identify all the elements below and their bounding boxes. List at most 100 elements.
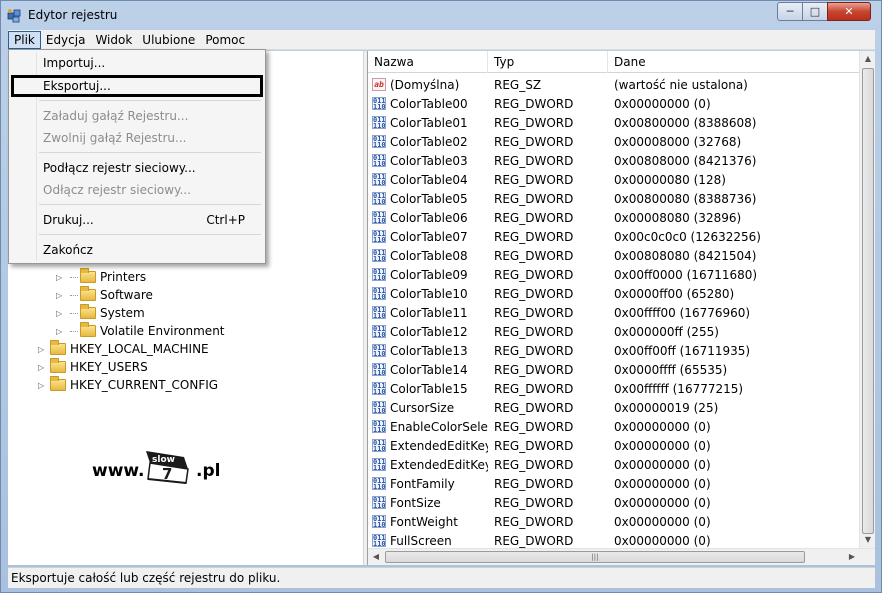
value-type-cell: REG_DWORD [494, 267, 574, 282]
value-type-cell: REG_DWORD [494, 286, 574, 301]
scroll-left-arrow-icon[interactable]: ◀ [368, 552, 384, 561]
list-row[interactable]: ab (Domyślna) REG_SZ (wartość nie ustalona) [368, 75, 860, 94]
value-data-cell: 0x0000ffff (65535) [614, 362, 728, 377]
expand-arrow-icon[interactable]: ▷ [56, 291, 66, 300]
horizontal-scroll-thumb[interactable]: ||| [385, 551, 805, 563]
list-row[interactable]: 011 110 FontSize REG_DWORD 0x00000000 (0) [368, 493, 860, 512]
list-row[interactable]: 011 110 ColorTable02 REG_DWORD 0x00008000 (3… [368, 132, 860, 151]
value-name-cell: 011 110 ColorTable08 [368, 249, 488, 263]
list-row[interactable]: 011 110 ColorTable14 REG_DWORD 0x0000ffff (6… [368, 360, 860, 379]
tree-item-system[interactable]: ▷ System [56, 304, 145, 322]
menu-item-exit[interactable]: Zakończ [11, 239, 263, 261]
scroll-right-arrow-icon[interactable]: ▶ [844, 552, 860, 561]
value-name-cell: 011 110 FontWeight [368, 515, 488, 529]
dword-value-icon: 011 110 [372, 382, 386, 395]
menu-item-print[interactable]: Drukuj... Ctrl+P [11, 209, 263, 231]
tree-item-software[interactable]: ▷ Software [56, 286, 153, 304]
dword-value-icon: 011 110 [372, 268, 386, 281]
list-row[interactable]: 011 110 ColorTable06 REG_DWORD 0x00008080 (3… [368, 208, 860, 227]
list-row[interactable]: 011 110 FontFamily REG_DWORD 0x00000000 (0) [368, 474, 860, 493]
list-row[interactable]: 011110 ExtendedEditKey... REG_DWORD 0x00000… [368, 455, 860, 474]
menu-view[interactable]: Widok [90, 31, 137, 49]
dword-value-icon: 011 110 [372, 116, 386, 129]
menu-item-connect-network-registry[interactable]: Podłącz rejestr sieciowy... [11, 157, 263, 179]
list-row[interactable]: 011 110 ExtendedEditKey REG_DWORD 0x00000000… [368, 436, 860, 455]
list-row[interactable]: 011110 EnableColorSele... REG_DWORD 0x00000… [368, 417, 860, 436]
dword-value-icon: 011 110 [372, 477, 386, 490]
vertical-scroll-thumb[interactable] [862, 68, 874, 534]
value-name-cell: 011 110 FullScreen [368, 534, 488, 548]
expand-arrow-icon[interactable]: ▷ [38, 381, 48, 390]
expand-arrow-icon[interactable]: ▷ [56, 273, 66, 282]
list-row[interactable]: 011 110 ColorTable12 REG_DWORD 0x000000ff (2… [368, 322, 860, 341]
menu-edit[interactable]: Edycja [41, 31, 91, 49]
value-type-cell: REG_DWORD [494, 305, 574, 320]
list-row[interactable]: 011 110 ColorTable05 REG_DWORD 0x00800080 (8… [368, 189, 860, 208]
list-row[interactable]: 011 110 ColorTable09 REG_DWORD 0x00ff0000 (1… [368, 265, 860, 284]
expand-arrow-icon[interactable]: ▷ [56, 327, 66, 336]
vertical-scrollbar[interactable]: ▲ ▼ [859, 51, 875, 548]
folder-icon [50, 340, 66, 355]
horizontal-scrollbar[interactable]: ◀ ||| ▶ [368, 548, 875, 565]
value-name: CursorSize [390, 400, 455, 415]
menu-item-unload-hive[interactable]: Zwolnij gałąź Rejestru... [11, 127, 263, 149]
value-data-cell: 0x00000000 (0) [614, 438, 711, 453]
list-row[interactable]: 011 110 ColorTable11 REG_DWORD 0x00ffff00 (1… [368, 303, 860, 322]
expand-arrow-icon[interactable]: ▷ [38, 345, 48, 354]
menu-item-disconnect-network-registry[interactable]: Odłącz rejestr sieciowy... [11, 179, 263, 201]
title-bar[interactable]: Edytor rejestru ─ □ ✕ [1, 1, 881, 29]
value-type-cell: REG_DWORD [494, 324, 574, 339]
menu-file[interactable]: Plik [8, 30, 41, 49]
expand-arrow-icon[interactable]: ▷ [38, 363, 48, 372]
tree-item-volatile-environment[interactable]: ▷ Volatile Environment [56, 322, 225, 340]
folder-icon [80, 286, 96, 301]
list-row[interactable]: 011 110 ColorTable01 REG_DWORD 0x00800000 (8… [368, 113, 860, 132]
scroll-down-arrow-icon[interactable]: ▼ [860, 535, 875, 544]
column-header-type[interactable]: Typ [488, 51, 608, 73]
menu-favorites[interactable]: Ulubione [137, 31, 200, 49]
value-name-cell: 011 110 ColorTable13 [368, 344, 488, 358]
window-title: Edytor rejestru [28, 8, 118, 22]
registry-editor-icon [7, 9, 21, 23]
list-row[interactable]: 011 110 ColorTable10 REG_DWORD 0x0000ff00 (6… [368, 284, 860, 303]
tree-item-hkey-local-machine[interactable]: ▷ HKEY_LOCAL_MACHINE [38, 340, 209, 358]
list-row[interactable]: 011 110 FontWeight REG_DWORD 0x00000000 (0) [368, 512, 860, 531]
maximize-button[interactable]: □ [802, 2, 828, 21]
tree-item-hkey-users[interactable]: ▷ HKEY_USERS [38, 358, 148, 376]
list-row[interactable]: 011 110 CursorSize REG_DWORD 0x00000019 (25) [368, 398, 860, 417]
logo-www-text: www. [92, 461, 145, 481]
tree-item-printers[interactable]: ▷ Printers [56, 268, 146, 286]
dword-value-icon: 011 110 [372, 534, 386, 547]
expand-arrow-icon[interactable]: ▷ [56, 309, 66, 318]
dword-value-icon: 011 110 [372, 496, 386, 509]
value-type-cell: REG_DWORD [494, 134, 574, 149]
list-row[interactable]: 011 110 ColorTable03 REG_DWORD 0x00808000 (8… [368, 151, 860, 170]
menu-item-import[interactable]: Importuj... [11, 52, 263, 74]
menu-help[interactable]: Pomoc [200, 31, 250, 49]
value-name-cell: ab (Domyślna) [368, 78, 488, 92]
value-type-cell: REG_DWORD [494, 457, 574, 472]
scroll-up-arrow-icon[interactable]: ▲ [860, 54, 875, 63]
value-data-cell: 0x00800080 (8388736) [614, 191, 757, 206]
column-header-name[interactable]: Nazwa [368, 51, 488, 73]
menu-item-export[interactable]: Eksportuj... [11, 75, 263, 97]
column-header-data[interactable]: Dane [608, 51, 860, 73]
list-row[interactable]: 011 110 ColorTable13 REG_DWORD 0x00ff00ff (1… [368, 341, 860, 360]
dword-value-icon: 011 110 [372, 192, 386, 205]
values-list-pane[interactable]: Nazwa Typ Dane ab (Domyślna) REG_SZ (wartoś… [367, 51, 875, 565]
close-button[interactable]: ✕ [827, 2, 871, 21]
list-row[interactable]: 011 110 ColorTable04 REG_DWORD 0x00000080 (1… [368, 170, 860, 189]
value-type-cell: REG_DWORD [494, 191, 574, 206]
value-name-cell: 011 110 FontSize [368, 496, 488, 510]
menu-item-load-hive[interactable]: Załaduj gałąź Rejestru... [11, 105, 263, 127]
tree-item-hkey-current-config[interactable]: ▷ HKEY_CURRENT_CONFIG [38, 376, 218, 394]
value-data-cell: 0x00008000 (32768) [614, 134, 742, 149]
dword-value-icon: 011 110 [372, 439, 386, 452]
list-row[interactable]: 011 110 ColorTable15 REG_DWORD 0x00ffffff (1… [368, 379, 860, 398]
value-name-cell: 011110 ExtendedEditKey... [368, 458, 488, 472]
list-row[interactable]: 011 110 ColorTable00 REG_DWORD 0x00000000 (0… [368, 94, 860, 113]
menu-separator [39, 234, 261, 235]
minimize-button[interactable]: ─ [777, 2, 803, 21]
list-row[interactable]: 011 110 ColorTable07 REG_DWORD 0x00c0c0c0 (1… [368, 227, 860, 246]
list-row[interactable]: 011 110 ColorTable08 REG_DWORD 0x00808080 (8… [368, 246, 860, 265]
